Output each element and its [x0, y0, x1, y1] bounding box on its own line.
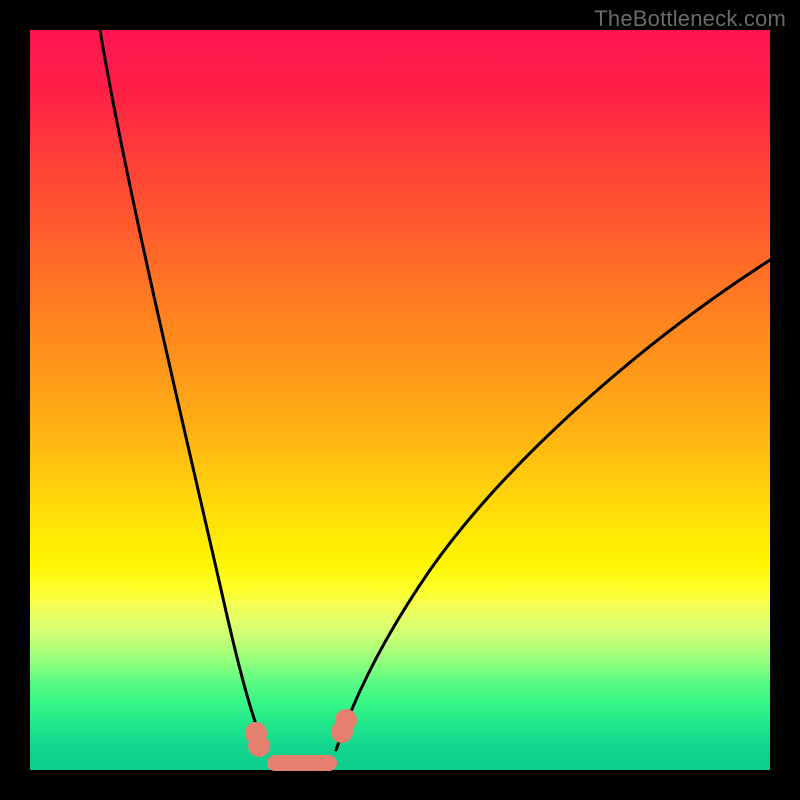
curve-right: [336, 260, 770, 750]
frame: TheBottleneck.com: [0, 0, 800, 800]
watermark-text: TheBottleneck.com: [594, 6, 786, 32]
marker-dot: [248, 735, 270, 757]
marker-floor: [267, 755, 337, 771]
curve-left: [100, 30, 266, 750]
marker-dot: [335, 709, 357, 731]
chart-overlay: [30, 30, 770, 770]
